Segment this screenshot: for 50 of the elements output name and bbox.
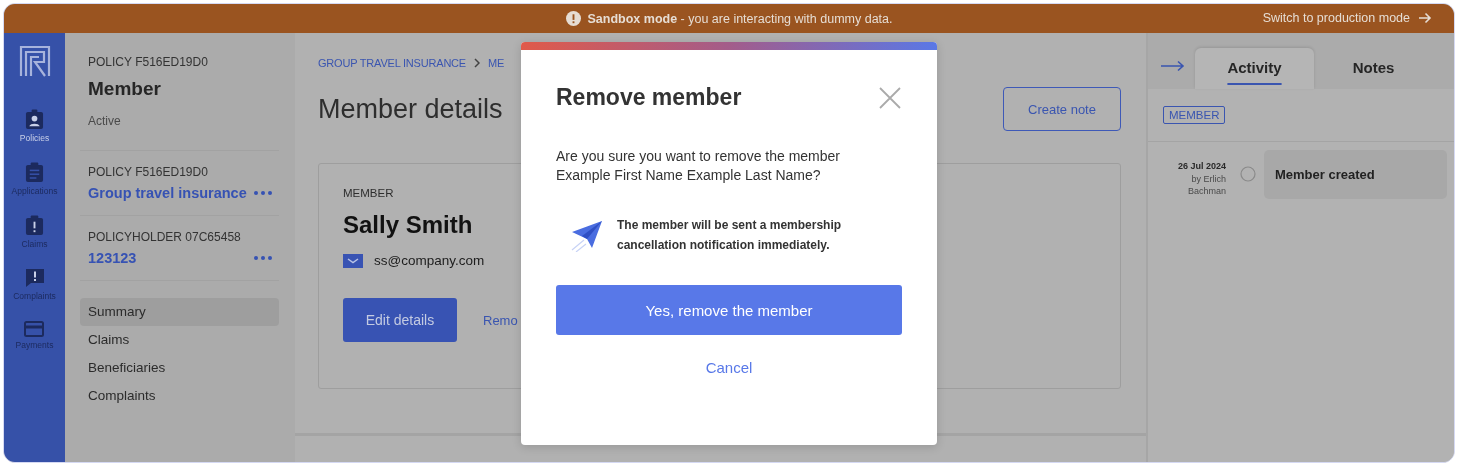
- section-link[interactable]: Group travel insurance: [88, 185, 247, 201]
- event-date: 26 Jul 2024: [1177, 161, 1226, 171]
- event-card: Member created: [1264, 150, 1447, 199]
- edit-details-button[interactable]: Edit details: [343, 298, 457, 342]
- page-title: Member details: [318, 93, 503, 125]
- member-heading: Member: [88, 78, 162, 100]
- switch-mode-link[interactable]: Switch to production mode: [1262, 11, 1432, 25]
- card-label: MEMBER: [343, 187, 394, 199]
- cancel-link[interactable]: Cancel: [705, 359, 753, 376]
- remove-link[interactable]: Remo: [483, 312, 518, 328]
- policy-id: POLICY F516ED19D0: [88, 55, 209, 69]
- paper-plane-icon: [570, 218, 604, 252]
- nav-item[interactable]: Beneficiaries: [80, 354, 279, 382]
- nav-item[interactable]: Complaints: [80, 382, 279, 410]
- dialog-title: Remove member: [556, 84, 742, 111]
- member-name: Sally Smith: [343, 211, 473, 239]
- chevron-right-icon: [474, 58, 480, 68]
- member-email: ss@company.com: [374, 253, 485, 268]
- alert-bubble-icon: [24, 268, 45, 288]
- rail-nav-item[interactable]: Policies: [19, 109, 50, 162]
- notice-text: The member will be sent a membership cancellation notification immediately.: [617, 217, 843, 254]
- envelope-icon: [343, 253, 363, 268]
- dialog-question: Are you sure you want to remove the member Example First Name Example Last Name?: [556, 147, 842, 185]
- warning-icon: [565, 11, 581, 26]
- create-note-button[interactable]: Create note: [1003, 87, 1121, 131]
- arrow-right-icon[interactable]: [1160, 60, 1186, 72]
- section-label: POLICYHOLDER 07C65458: [88, 230, 242, 244]
- section-link[interactable]: 123123: [88, 250, 137, 266]
- section-label: POLICY F516ED19D0: [88, 165, 209, 179]
- clipboard-icon: [25, 162, 44, 183]
- filter-tag[interactable]: MEMBER: [1163, 106, 1226, 124]
- breadcrumb-link[interactable]: GROUP TRAVEL INSURANCE: [318, 57, 466, 69]
- panel-tab[interactable]: Notes: [1314, 48, 1433, 89]
- logo-icon: [18, 45, 51, 77]
- more-icon[interactable]: [254, 191, 272, 195]
- status-text: Active: [88, 114, 122, 128]
- breadcrumb-link[interactable]: ME: [488, 57, 505, 69]
- confirm-remove-button[interactable]: Yes, remove the member: [556, 285, 902, 335]
- panel-tab[interactable]: Activity: [1195, 48, 1314, 89]
- event-author: by Erlich Bachman: [1186, 173, 1226, 197]
- sandbox-message: Sandbox mode - you are interacting with dummy data.: [587, 11, 893, 26]
- close-icon[interactable]: [879, 86, 901, 109]
- nav-item[interactable]: Summary: [80, 298, 279, 326]
- more-icon[interactable]: [254, 256, 272, 260]
- alert-clipboard-icon: [25, 215, 44, 236]
- credit-card-icon: [24, 321, 45, 337]
- arrow-right-icon: [1418, 12, 1432, 24]
- nav-item[interactable]: Claims: [80, 326, 279, 354]
- timeline-dot-icon: [1240, 166, 1256, 182]
- id-badge-icon: [25, 109, 44, 130]
